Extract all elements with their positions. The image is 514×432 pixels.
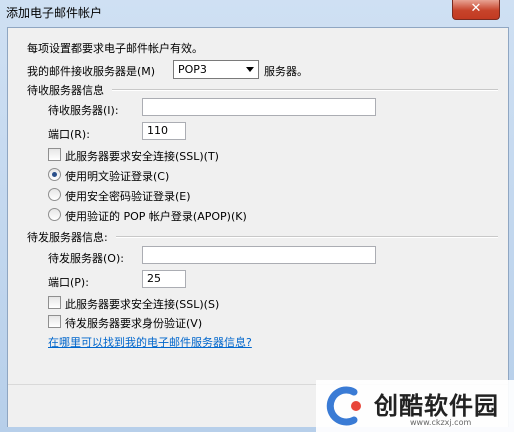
- watermark-brand: 创酷软件园: [374, 392, 499, 420]
- outgoing-section-label: 待发服务器信息:: [27, 231, 108, 244]
- incoming-port-input[interactable]: 110: [142, 122, 186, 140]
- outgoing-auth-checkbox[interactable]: [48, 315, 61, 328]
- outgoing-port-label: 端口(P):: [48, 276, 89, 289]
- auth-spa-label: 使用安全密码验证登录(E): [65, 190, 191, 203]
- outgoing-server-label: 待发服务器(O):: [48, 252, 124, 265]
- outgoing-ssl-checkbox[interactable]: [48, 296, 61, 309]
- chevron-down-icon: [246, 67, 254, 72]
- account-type-suffix: 服务器。: [264, 65, 308, 78]
- auth-apop-label: 使用验证的 POP 帐户登录(APOP)(K): [65, 210, 247, 223]
- server-type-select[interactable]: POP3: [173, 60, 259, 79]
- server-type-value: POP3: [178, 63, 207, 76]
- incoming-server-label: 待收服务器(I):: [48, 104, 119, 117]
- close-button[interactable]: ✕: [452, 0, 500, 20]
- watermark-url: www.ckzxj.com: [410, 418, 472, 427]
- window-title: 添加电子邮件帐户: [6, 6, 103, 20]
- auth-plain-label: 使用明文验证登录(C): [65, 170, 170, 183]
- watermark: 创酷软件园 www.ckzxj.com: [316, 380, 514, 432]
- outgoing-ssl-label: 此服务器要求安全连接(SSL)(S): [65, 298, 220, 311]
- dialog-window: 添加电子邮件帐户 ✕ 每项设置都要求电子邮件帐户有效。 我的邮件接收服务器是(M…: [0, 0, 514, 432]
- incoming-server-input[interactable]: [142, 98, 376, 116]
- auth-apop-radio[interactable]: [48, 208, 61, 221]
- outgoing-server-input[interactable]: [142, 246, 376, 264]
- dialog-body: 每项设置都要求电子邮件帐户有效。 我的邮件接收服务器是(M) POP3 服务器。…: [7, 27, 509, 427]
- brand-logo-icon: [326, 386, 361, 426]
- auth-plain-radio[interactable]: [48, 168, 61, 181]
- incoming-section-label: 待收服务器信息: [27, 84, 104, 97]
- outgoing-divider: [116, 236, 498, 238]
- incoming-ssl-label: 此服务器要求安全连接(SSL)(T): [65, 150, 219, 163]
- incoming-port-label: 端口(R):: [48, 128, 90, 141]
- incoming-ssl-checkbox[interactable]: [48, 148, 61, 161]
- incoming-divider: [112, 89, 498, 91]
- account-type-label: 我的邮件接收服务器是(M): [27, 65, 156, 78]
- outgoing-port-input[interactable]: 25: [142, 270, 186, 288]
- help-link[interactable]: 在哪里可以找到我的电子邮件服务器信息?: [48, 334, 252, 350]
- intro-text: 每项设置都要求电子邮件帐户有效。: [27, 42, 203, 55]
- auth-spa-radio[interactable]: [48, 188, 61, 201]
- outgoing-auth-label: 待发服务器要求身份验证(V): [65, 317, 203, 330]
